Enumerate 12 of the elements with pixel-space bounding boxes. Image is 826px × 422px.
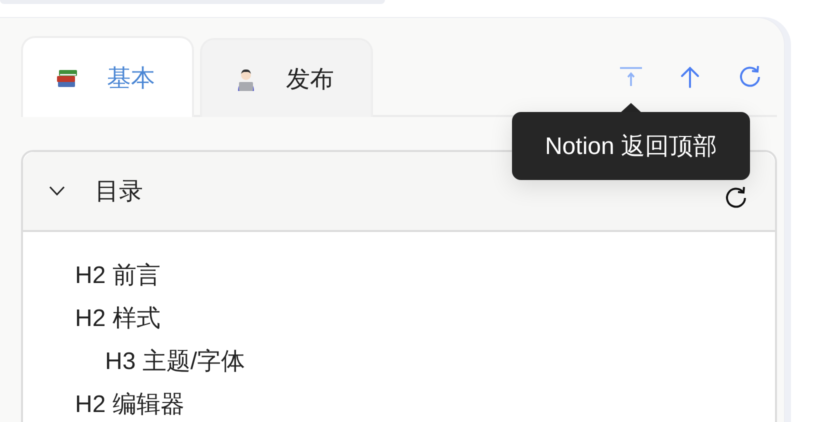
tooltip: Notion 返回顶部 [512,112,750,180]
outline-item[interactable]: H2 前言 [75,260,160,292]
tab[interactable]: 发布 [200,38,373,117]
outline-item[interactable]: H2 编辑器 [75,389,184,421]
outline-title: 目录 [95,177,143,207]
arrow-up-icon[interactable] [678,64,702,88]
chevron-icon[interactable] [49,186,65,196]
refresh-icon[interactable] [723,185,749,211]
tab[interactable]: 基本 [21,36,194,117]
outline-item[interactable]: H2 样式 [75,303,160,335]
scroll-to-top-icon[interactable] [619,64,643,88]
outline-item[interactable]: H3 主题/字体 [75,346,246,378]
